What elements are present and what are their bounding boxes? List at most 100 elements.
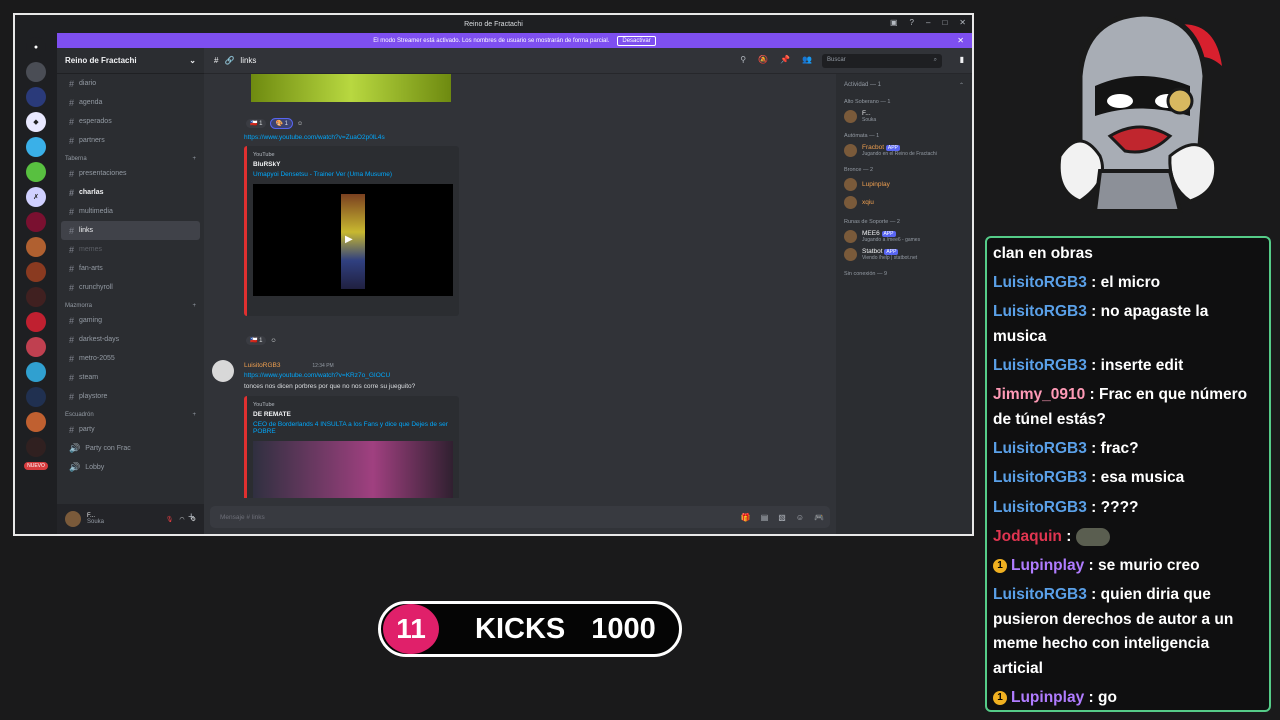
mute-mic-icon[interactable]: 🎙 (166, 516, 174, 523)
server-header[interactable]: Reino de Fractachi ⌄ (57, 48, 204, 74)
message-link[interactable]: https://www.youtube.com/watch?v=KRz7o_GI… (244, 372, 390, 379)
channel-item[interactable]: # agenda (61, 93, 200, 112)
channel-item[interactable]: # steam (61, 368, 200, 387)
server-icon[interactable] (26, 312, 46, 332)
channel-category[interactable]: Escuadrón + (57, 406, 204, 420)
channel-item[interactable]: # esperados (61, 112, 200, 131)
add-reaction-icon[interactable]: ☺ (270, 338, 276, 344)
gift-icon[interactable]: 🎁 (741, 513, 751, 522)
add-channel-icon[interactable]: + (192, 412, 196, 418)
embed-title[interactable]: CEO de Borderlands 4 INSULTA a los Fans … (253, 421, 453, 435)
chat-username[interactable]: LuisitoRGB3 (993, 303, 1087, 320)
server-icon[interactable] (26, 362, 46, 382)
member-item[interactable]: Fracbot APP Jugando en el Reino de Fracta… (844, 144, 964, 157)
pin-icon[interactable]: 📌 (780, 55, 790, 64)
emoji-icon[interactable]: ☺ (796, 513, 804, 522)
channel-item[interactable]: # crunchyroll (61, 278, 200, 297)
message-input[interactable]: + Mensaje # links 🎁 ▤ ▧ ☺ 🎮 (188, 506, 830, 528)
chat-username[interactable]: Lupinplay (1011, 689, 1084, 706)
maximize-button[interactable]: □ (942, 18, 947, 27)
inbox-icon[interactable]: ▮ (960, 55, 964, 64)
chat-username[interactable]: LuisitoRGB3 (993, 274, 1087, 291)
server-icon[interactable] (26, 387, 46, 407)
add-reaction-icon[interactable]: ☺ (297, 121, 303, 127)
server-icon[interactable] (26, 412, 46, 432)
discord-home-icon[interactable]: ● (26, 37, 46, 57)
server-icon[interactable] (26, 212, 46, 232)
members-icon[interactable]: 👥 (802, 55, 812, 64)
close-button[interactable]: ✕ (959, 18, 966, 27)
embed-author[interactable]: BluRSkY (253, 161, 453, 168)
video-thumbnail[interactable]: ▶ (253, 184, 453, 296)
channel-item[interactable]: # metro-2055 (61, 349, 200, 368)
member-item[interactable]: Statbot APP Viendo /help | statbot.net (844, 248, 964, 261)
message-author[interactable]: LuisitoRGB3 (244, 362, 281, 369)
notifications-icon[interactable]: 🔕 (758, 55, 768, 64)
server-icon[interactable] (26, 437, 46, 457)
member-item[interactable]: xqiu (844, 196, 964, 209)
embed-title[interactable]: Umapyoi Densetsu - Trainer Ver (Uma Musu… (253, 171, 453, 178)
channel-item[interactable]: # charlas (61, 183, 200, 202)
chat-username[interactable]: LuisitoRGB3 (993, 586, 1087, 603)
member-item[interactable]: Lupinplay (844, 178, 964, 191)
image-attachment[interactable] (251, 74, 451, 102)
disable-streamer-button[interactable]: Desactivar (617, 35, 656, 46)
video-thumbnail[interactable] (253, 441, 453, 498)
channel-item[interactable]: 🔊 Lobby (61, 458, 200, 477)
server-icon[interactable] (26, 162, 46, 182)
server-icon[interactable] (26, 287, 46, 307)
server-icon[interactable]: ◆ (26, 112, 46, 132)
chat-username[interactable]: LuisitoRGB3 (993, 440, 1087, 457)
sticker-icon[interactable]: ▧ (778, 513, 786, 522)
channel-item[interactable]: # diario (61, 74, 200, 93)
chat-username[interactable]: Lupinplay (1011, 557, 1084, 574)
channel-item[interactable]: # darkest-days (61, 330, 200, 349)
chevron-up-icon[interactable]: ⌃ (959, 82, 964, 89)
chat-username[interactable]: Jodaquin (993, 528, 1062, 545)
reaction[interactable]: 🎨 1 (270, 118, 293, 129)
member-item[interactable]: MEE6 APP Jugando a /mee6 - games (844, 230, 964, 243)
channel-item[interactable]: # presentaciones (61, 164, 200, 183)
channel-item[interactable]: 🔊 Party con Frac (61, 439, 200, 458)
help-icon[interactable]: ? (910, 18, 914, 27)
apps-icon[interactable]: 🎮 (814, 513, 824, 522)
server-icon[interactable] (26, 337, 46, 357)
embed-author[interactable]: DE REMATE (253, 411, 453, 418)
channel-category[interactable]: Mazmorra + (57, 297, 204, 311)
add-attachment-icon[interactable]: + (188, 511, 194, 523)
channel-item[interactable]: # party (61, 420, 200, 439)
channel-item[interactable]: # partners (61, 131, 200, 150)
add-channel-icon[interactable]: + (192, 156, 196, 162)
message-link[interactable]: https://www.youtube.com/watch?v=ZuaO2p0l… (244, 134, 385, 141)
server-icon[interactable] (26, 87, 46, 107)
server-icon[interactable] (26, 262, 46, 282)
search-input[interactable]: Buscar ⌕ (822, 54, 942, 68)
chat-username[interactable]: LuisitoRGB3 (993, 499, 1087, 516)
play-icon[interactable]: ▶ (345, 234, 353, 245)
server-icon[interactable] (26, 137, 46, 157)
add-channel-icon[interactable]: + (192, 303, 196, 309)
headphones-icon[interactable]: ◠ (179, 516, 184, 523)
channel-category[interactable]: Taberna + (57, 150, 204, 164)
threads-icon[interactable]: ⚲ (740, 55, 746, 64)
server-icon[interactable] (26, 237, 46, 257)
channel-item[interactable]: # playstore (61, 387, 200, 406)
chat-username[interactable]: LuisitoRGB3 (993, 469, 1087, 486)
reaction[interactable]: 🇨🇱 1 (246, 336, 267, 345)
gif-icon[interactable]: ▤ (761, 513, 769, 522)
channel-item[interactable]: # fan-arts (61, 259, 200, 278)
close-banner-icon[interactable]: ✕ (957, 36, 964, 45)
channel-item[interactable]: # memes (61, 240, 200, 259)
inbox-icon[interactable]: ▣ (890, 18, 898, 27)
channel-item[interactable]: # gaming (61, 311, 200, 330)
chat-username[interactable]: LuisitoRGB3 (993, 357, 1087, 374)
avatar[interactable] (65, 511, 81, 527)
minimize-button[interactable]: – (926, 18, 930, 27)
member-item[interactable]: F... Souka (844, 110, 964, 123)
channel-item[interactable]: # multimedia (61, 202, 200, 221)
reaction[interactable]: 🇨🇱 1 (246, 119, 267, 128)
server-icon[interactable]: ✗ (26, 187, 46, 207)
avatar[interactable] (212, 360, 234, 382)
chat-username[interactable]: Jimmy_0910 (993, 386, 1085, 403)
channel-item[interactable]: # links (61, 221, 200, 240)
